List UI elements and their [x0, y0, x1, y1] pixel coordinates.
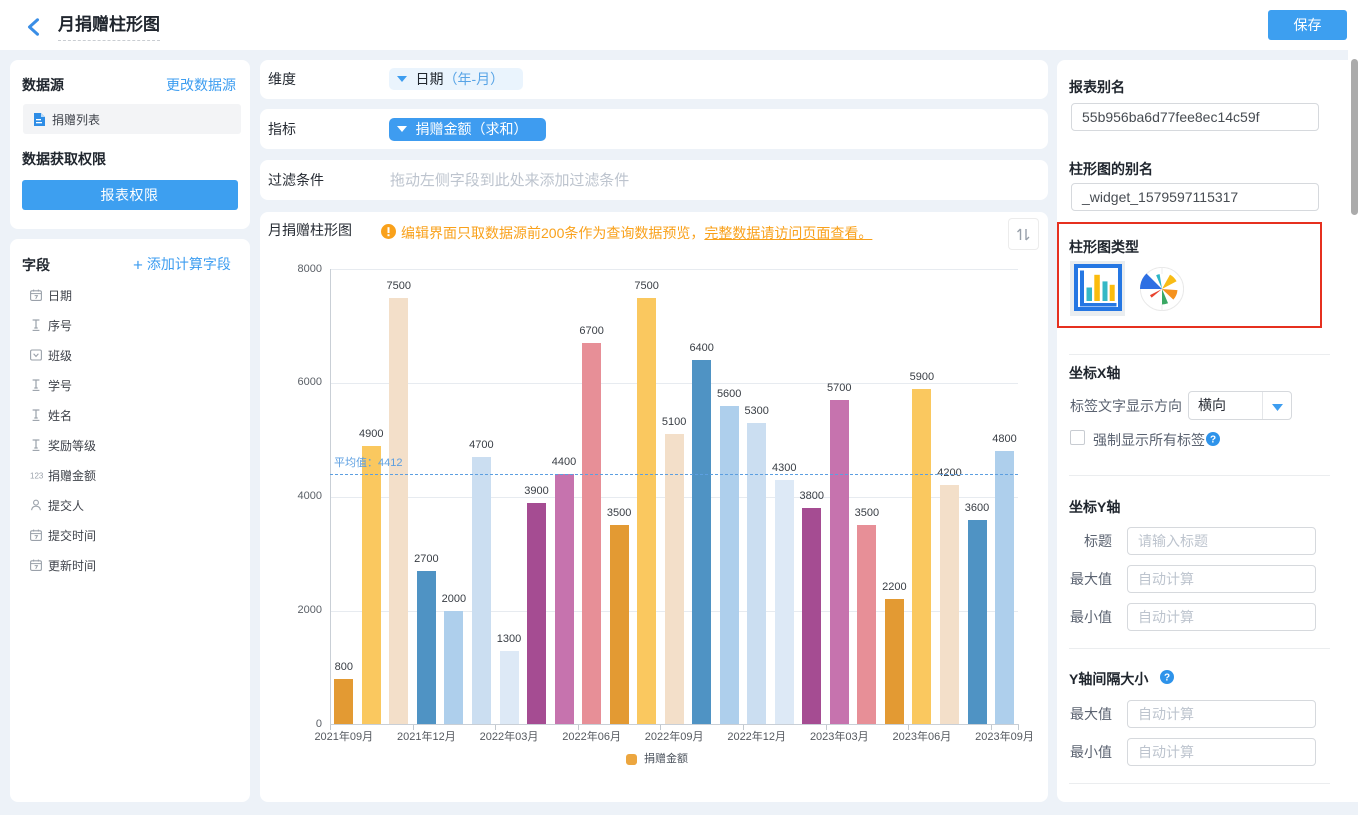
- svg-text:?: ?: [1210, 435, 1216, 446]
- svg-text:123: 123: [30, 472, 44, 481]
- svg-text:?: ?: [1164, 673, 1170, 684]
